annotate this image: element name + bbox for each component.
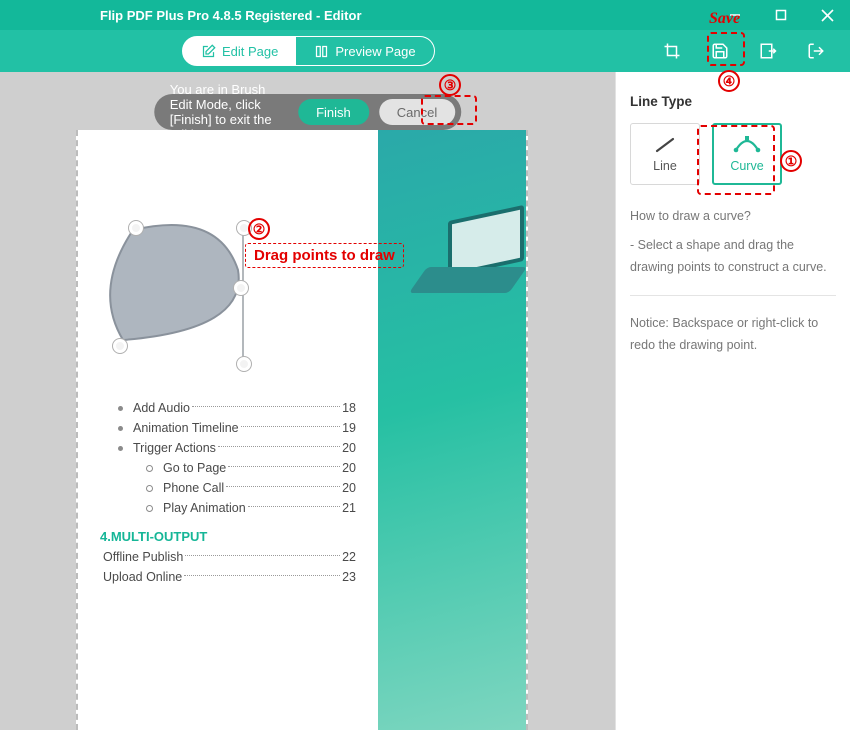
toc-row: Offline Publish 22: [103, 550, 356, 564]
section-title: 4.MULTI-OUTPUT: [100, 529, 356, 544]
toc-row: Phone Call 20: [118, 481, 356, 495]
canvas-area[interactable]: You are in Brush Edit Mode, click [Finis…: [0, 72, 615, 730]
toc-page: 19: [342, 421, 356, 435]
exit-icon: [807, 42, 825, 60]
toc-row: Add Audio 18: [118, 401, 356, 415]
export-button[interactable]: [744, 30, 792, 72]
toc-label: Go to Page: [163, 461, 226, 475]
annotation-marker-1: ①: [780, 150, 802, 172]
leader-dots: [248, 506, 340, 507]
tab-preview-label: Preview Page: [335, 44, 415, 59]
exit-button[interactable]: [792, 30, 840, 72]
toc-row: Play Animation 21: [118, 501, 356, 515]
toc-label: Phone Call: [163, 481, 224, 495]
circle-icon: [146, 465, 153, 472]
crop-button[interactable]: [648, 30, 696, 72]
control-point[interactable]: [236, 356, 252, 372]
toc-row: Go to Page 20: [118, 461, 356, 475]
line-icon: [654, 136, 676, 154]
help-notice: Notice: Backspace or right-click to redo…: [630, 312, 836, 357]
annotation-drag-label: Drag points to draw: [245, 243, 404, 268]
toc-label: Add Audio: [133, 401, 190, 415]
leader-dots: [218, 446, 340, 447]
toc-page: 20: [342, 461, 356, 475]
toc-label: Trigger Actions: [133, 441, 216, 455]
page-canvas[interactable]: Add Audio 18 Animation Timeline 19 Trigger A…: [76, 130, 528, 730]
tab-preview-page[interactable]: Preview Page: [296, 37, 433, 65]
help-body: - Select a shape and drag the drawing po…: [630, 234, 836, 279]
control-point[interactable]: [233, 280, 249, 296]
annotation-finish-box: [421, 95, 477, 125]
leader-dots: [185, 555, 340, 556]
edit-icon: [201, 44, 216, 59]
toc-row: Trigger Actions 20: [118, 441, 356, 455]
toc-page: 18: [342, 401, 356, 415]
toc-content: Add Audio 18 Animation Timeline 19 Trigger A…: [118, 395, 356, 590]
toc-page: 23: [342, 570, 356, 584]
toc-row: Upload Online 23: [103, 570, 356, 584]
tab-group: Edit Page Preview Page: [182, 36, 435, 66]
toc-page: 20: [342, 481, 356, 495]
line-type-line[interactable]: Line: [630, 123, 700, 185]
toc-label: Animation Timeline: [133, 421, 239, 435]
mode-message: You are in Brush Edit Mode, click [Finis…: [170, 82, 288, 142]
toc-row: Animation Timeline 19: [118, 421, 356, 435]
crop-icon: [663, 42, 681, 60]
panel-title: Line Type: [630, 94, 836, 109]
export-icon: [759, 42, 777, 60]
leader-dots: [228, 466, 340, 467]
bullet-icon: [118, 426, 123, 431]
leader-dots: [241, 426, 340, 427]
annotation-save-label: Save: [709, 10, 740, 28]
bullet-icon: [118, 406, 123, 411]
toc-label: Upload Online: [103, 570, 182, 584]
toc-page: 22: [342, 550, 356, 564]
close-button[interactable]: [804, 0, 850, 30]
laptop-illustration: [418, 213, 518, 293]
tab-edit-page[interactable]: Edit Page: [183, 37, 296, 65]
brush-mode-bar: You are in Brush Edit Mode, click [Finis…: [154, 94, 462, 130]
finish-button[interactable]: Finish: [298, 99, 369, 125]
panel-divider: [630, 295, 836, 296]
annotation-save-box: [707, 32, 745, 66]
preview-icon: [314, 44, 329, 59]
annotation-marker-3: ③: [439, 74, 461, 96]
leader-dots: [226, 486, 340, 487]
toc-label: Play Animation: [163, 501, 246, 515]
window-title: Flip PDF Plus Pro 4.8.5 Registered - Edi…: [100, 8, 362, 23]
control-point[interactable]: [112, 338, 128, 354]
circle-icon: [146, 505, 153, 512]
toc-page: 20: [342, 441, 356, 455]
bullet-icon: [118, 446, 123, 451]
annotation-marker-2: ②: [248, 218, 270, 240]
control-point[interactable]: [128, 220, 144, 236]
circle-icon: [146, 485, 153, 492]
annotation-curve-box: [697, 125, 775, 195]
tab-edit-label: Edit Page: [222, 44, 278, 59]
annotation-marker-4: ④: [718, 70, 740, 92]
toc-page: 21: [342, 501, 356, 515]
leader-dots: [192, 406, 340, 407]
leader-dots: [184, 575, 340, 576]
maximize-button[interactable]: [758, 0, 804, 30]
line-label: Line: [653, 159, 677, 173]
help-question: How to draw a curve?: [630, 205, 836, 228]
toc-label: Offline Publish: [103, 550, 183, 564]
